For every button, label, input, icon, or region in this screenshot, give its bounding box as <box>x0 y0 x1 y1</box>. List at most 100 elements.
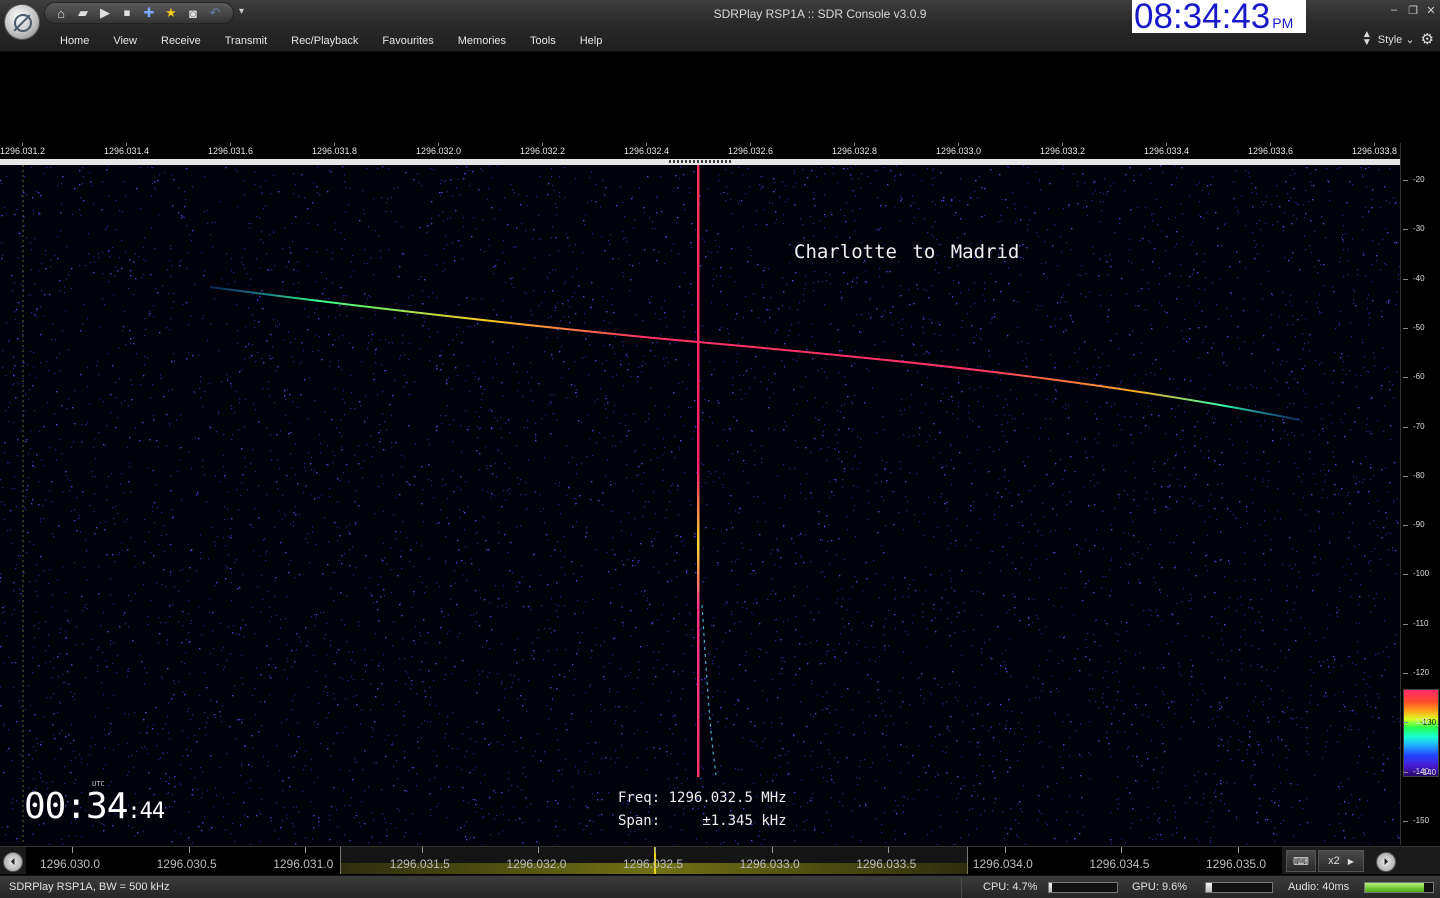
close-icon[interactable]: ✕ <box>1423 4 1439 17</box>
db-scale: -130 -140 -20 -30 -40 -50 -60 -70 -80 -90 -100 -1… <box>1400 143 1440 845</box>
zoom-selector[interactable]: x2 ▶ <box>1318 850 1364 872</box>
play-icon[interactable]: ▶ <box>95 4 115 22</box>
frequency-ruler[interactable]: 1296.031.2 1296.031.4 1296.031.6 1296.031.8… <box>0 143 1400 159</box>
ruler-label: 1296.032.0 <box>416 146 462 156</box>
menu-tools[interactable]: Tools <box>518 32 568 50</box>
app-logo-icon <box>14 14 32 32</box>
overview-tick <box>305 847 307 853</box>
menu-view[interactable]: View <box>101 32 149 50</box>
menu-transmit[interactable]: Transmit <box>213 32 279 50</box>
application-orb-button[interactable] <box>4 4 40 40</box>
scroll-right-button[interactable]: ⏵ <box>1376 852 1396 872</box>
scroll-left-button[interactable]: ⏴ <box>3 852 23 872</box>
ruler-label: 1296.031.6 <box>208 146 254 156</box>
db-label: -20 <box>1413 175 1425 184</box>
device-status: SDRPlay RSP1A, BW = 500 kHz <box>9 881 170 893</box>
zoom-value: x2 <box>1328 855 1340 867</box>
ruler-label: 1296.031.2 <box>0 146 46 156</box>
freq-label: Freq: <box>618 790 661 806</box>
freq-value: 1296.032.5 MHz <box>668 790 787 806</box>
gpu-meter <box>1205 882 1273 893</box>
color-scale-bar[interactable]: -130 -140 <box>1403 689 1439 777</box>
folder-icon[interactable]: ▰ <box>73 4 93 22</box>
ruler-label: 1296.032.4 <box>624 146 670 156</box>
gear-icon[interactable]: ⚙ <box>1421 30 1434 48</box>
filter-marker[interactable] <box>669 160 731 163</box>
camera-icon[interactable]: ◙ <box>183 4 203 22</box>
up-down-icon[interactable]: ▲ ▼ <box>1362 30 1372 48</box>
overview-label: 1296.033.0 <box>739 857 800 871</box>
db-tick <box>1403 475 1408 477</box>
add-icon[interactable]: ✚ <box>139 4 159 22</box>
audio-status: Audio: 40ms <box>1288 881 1350 893</box>
utc-seconds: :44 <box>127 799 165 824</box>
overview-label: 1296.030.0 <box>40 857 101 871</box>
overview-tick <box>1121 847 1123 853</box>
menu-rec-playback[interactable]: Rec/Playback <box>279 32 370 50</box>
ruler-label: 1296.033.8 <box>1352 146 1398 156</box>
db-tick <box>1403 426 1408 428</box>
gpu-meter-fill <box>1206 883 1212 892</box>
status-bar: SDRPlay RSP1A, BW = 500 kHz CPU: 4.7% GP… <box>0 875 1440 898</box>
db-tick <box>1403 327 1408 329</box>
doppler-trace <box>209 286 1301 421</box>
menu-receive[interactable]: Receive <box>149 32 213 50</box>
title-bar: ⌂ ▰ ▶ ⏹ ✚ ★ ◙ ↶ ▾ SDRPlay RSP1A :: SDR C… <box>0 0 1440 52</box>
db-tick <box>1403 525 1408 527</box>
ruler-label: 1296.032.2 <box>520 146 566 156</box>
waterfall-display[interactable] <box>0 165 1400 845</box>
signal-tail <box>701 604 717 776</box>
cpu-status: CPU: 4.7% <box>983 881 1038 893</box>
ruler-label: 1296.031.4 <box>104 146 150 156</box>
status-divider <box>961 877 962 898</box>
undo-icon[interactable]: ↶ <box>205 4 225 22</box>
overview-tick <box>655 847 656 853</box>
ruler-label: 1296.033.6 <box>1248 146 1294 156</box>
stop-icon[interactable]: ⏹ <box>117 4 137 22</box>
overview-tools: ⌨ x2 ▶ <box>1286 850 1364 872</box>
star-icon[interactable]: ★ <box>161 4 181 22</box>
restore-icon[interactable]: ❐ <box>1405 4 1421 17</box>
chevron-down-icon[interactable]: ▾ <box>239 6 244 17</box>
overview-tick <box>888 847 890 853</box>
db-label: -120 <box>1413 668 1430 677</box>
menu-memories[interactable]: Memories <box>446 32 518 50</box>
home-icon[interactable]: ⌂ <box>51 4 71 22</box>
db-label: -150 <box>1413 815 1430 825</box>
db-tick <box>1403 820 1408 822</box>
db-label: -140 <box>1413 766 1430 776</box>
waterfall-canvas <box>0 165 1400 845</box>
menu-favourites[interactable]: Favourites <box>370 32 445 50</box>
overview-label: 1296.032.0 <box>506 857 567 871</box>
db-label: -70 <box>1413 421 1425 431</box>
keyboard-button[interactable]: ⌨ <box>1286 850 1316 872</box>
span-row: Span: ±1.345 kHz <box>618 810 787 833</box>
menu-help[interactable]: Help <box>568 32 615 50</box>
clock-ampm: PM <box>1272 15 1294 31</box>
overview-tick <box>771 847 773 853</box>
ruler-label: 1296.032.8 <box>832 146 878 156</box>
db-tick <box>1403 278 1408 280</box>
audio-meter-fill <box>1365 883 1424 892</box>
db-tick <box>1403 574 1408 576</box>
overview-tick <box>538 847 540 853</box>
ruler-label: 1296.033.0 <box>936 146 982 156</box>
overview-label: 1296.034.5 <box>1089 857 1150 871</box>
menu-home[interactable]: Home <box>48 32 101 50</box>
overview-label: 1296.033.5 <box>856 857 917 871</box>
style-dropdown[interactable]: Style ⌄ <box>1378 33 1415 46</box>
span-label: Span: <box>618 813 661 829</box>
style-selector: ▲ ▼ Style ⌄ ⚙ <box>1362 30 1434 49</box>
minimize-icon[interactable]: – <box>1386 4 1402 16</box>
overview-tick <box>188 847 190 853</box>
chevron-right-icon: ▶ <box>1347 856 1354 866</box>
overview-label: 1296.032.5 <box>623 857 684 871</box>
carrier-trace <box>697 165 700 777</box>
db-tick <box>1403 377 1408 379</box>
sdr-console-window: ⌂ ▰ ▶ ⏹ ✚ ★ ◙ ↶ ▾ SDRPlay RSP1A :: SDR C… <box>0 0 1440 898</box>
db-tick <box>1403 673 1408 674</box>
overview-label: 1296.034.0 <box>972 857 1033 871</box>
overview-tick <box>1238 847 1239 853</box>
frequency-info: Freq: 1296.032.5 MHz Span: ±1.345 kHz <box>618 787 787 833</box>
ribbon-menu: Home View Receive Transmit Rec/Playback … <box>48 32 614 50</box>
